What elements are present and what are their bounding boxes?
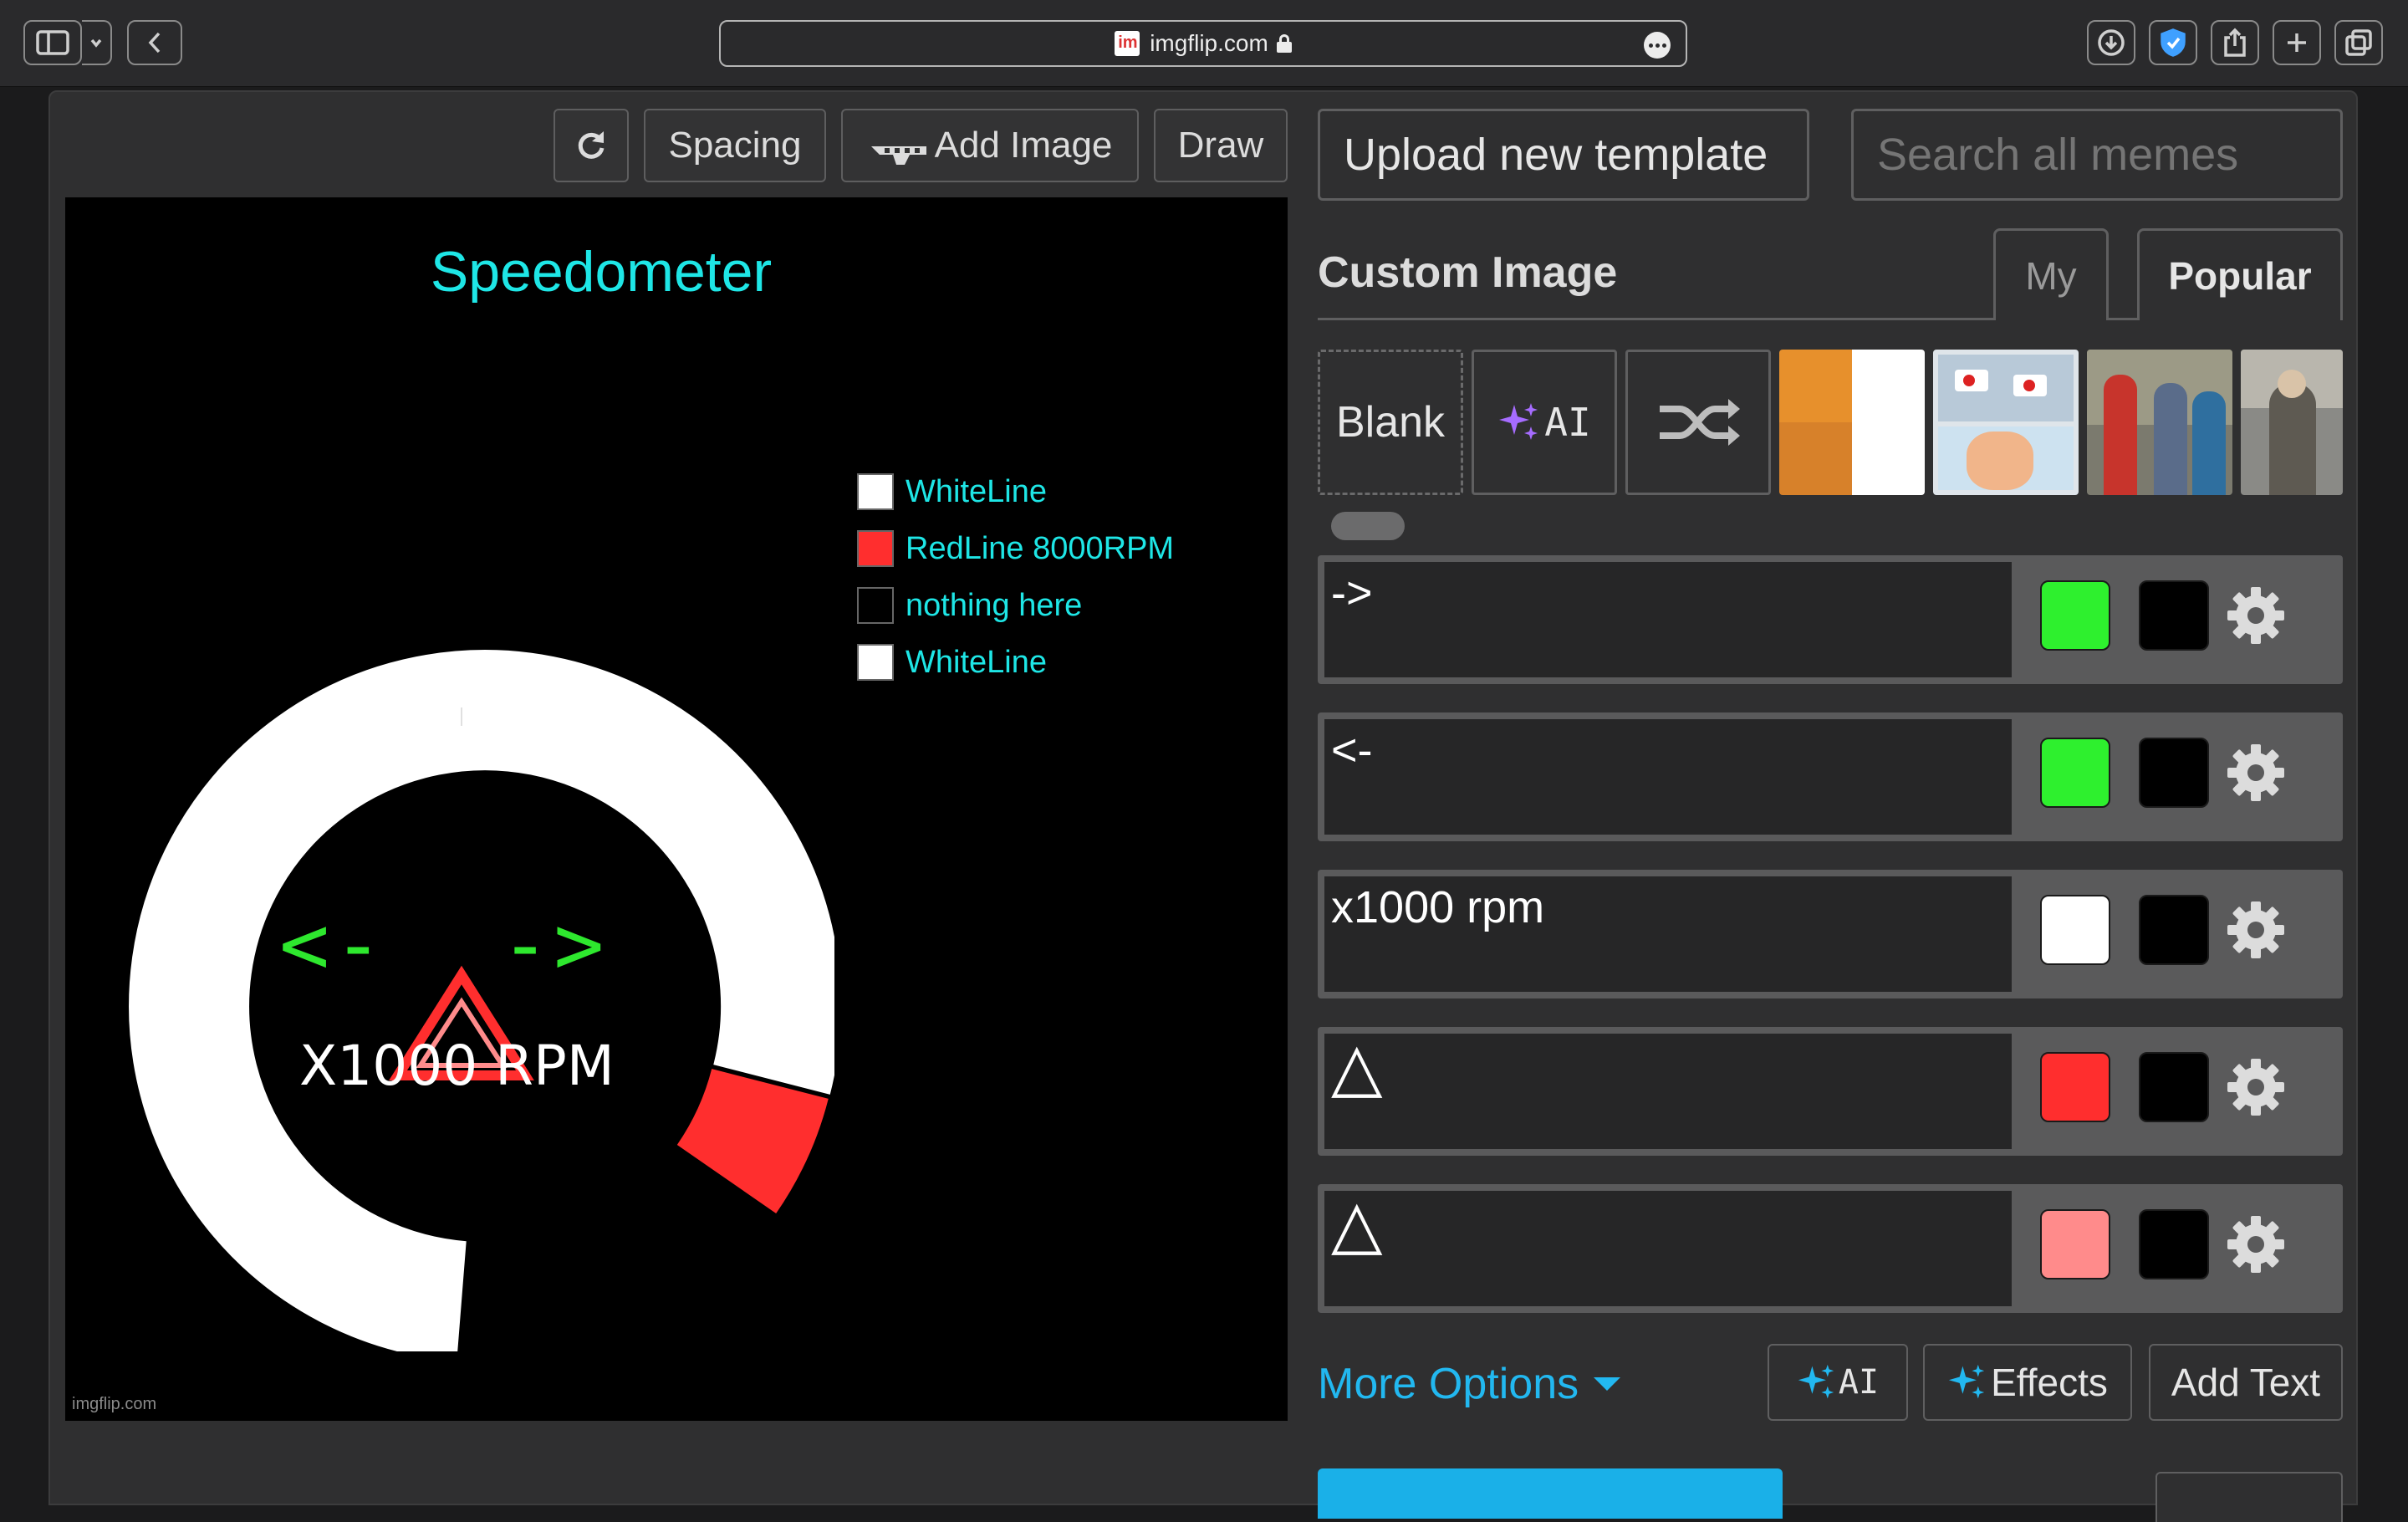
more-options-link[interactable]: More Options xyxy=(1318,1359,1622,1409)
legend-label: RedLine 8000RPM xyxy=(906,530,1175,566)
search-input[interactable] xyxy=(1851,109,2343,201)
speedometer-gauge xyxy=(129,650,834,1351)
legend-item: WhiteLine xyxy=(857,473,1047,510)
text-box-input[interactable]: △ xyxy=(1324,1034,2012,1149)
browser-toolbar: im imgflip.com xyxy=(0,0,2408,87)
ai-template-button[interactable]: AI xyxy=(1472,350,1617,495)
watermark: imgflip.com xyxy=(72,1395,157,1413)
back-icon[interactable] xyxy=(127,20,182,65)
legend-item: nothing here xyxy=(857,587,1082,624)
text-box-row: △ xyxy=(1318,1184,2343,1313)
legend-label: nothing here xyxy=(906,587,1083,623)
random-template-button[interactable] xyxy=(1625,350,1771,495)
url-text: imgflip.com xyxy=(1150,30,1268,56)
site-favicon: im xyxy=(1115,31,1140,56)
text-box-input[interactable]: △ xyxy=(1324,1191,2012,1306)
sparkle-icon xyxy=(1798,1364,1834,1399)
tab-popular[interactable]: Popular xyxy=(2137,228,2343,320)
carousel-scrollbar[interactable] xyxy=(1331,512,1405,540)
sidebar-icon[interactable] xyxy=(23,20,82,65)
gear-icon[interactable] xyxy=(2226,900,2286,960)
gauge-redline-arc xyxy=(676,1067,829,1213)
tab-my[interactable]: My xyxy=(1993,228,2109,320)
download-icon[interactable] xyxy=(2087,20,2135,65)
caret-down-icon xyxy=(1594,1377,1621,1391)
rpm-label: X1000 RPM xyxy=(299,1034,615,1098)
chevron-down-icon[interactable] xyxy=(82,20,112,65)
more-icon[interactable] xyxy=(1644,32,1671,59)
canvas-title: Speedometer xyxy=(430,240,773,304)
text-box-row: <- xyxy=(1318,712,2343,841)
text-color-swatch[interactable] xyxy=(2040,1052,2110,1122)
lock-icon xyxy=(1276,34,1292,53)
text-color-swatch[interactable] xyxy=(2040,738,2110,808)
template-thumb-bernie[interactable] xyxy=(2241,350,2343,495)
template-thumb-buttons[interactable] xyxy=(1933,350,2079,495)
text-box-input[interactable]: x1000 rpm xyxy=(1324,876,2012,992)
legend-item: WhiteLine xyxy=(857,644,1047,681)
meme-canvas[interactable]: Speedometer WhiteLine RedLine 8000RPM no… xyxy=(65,197,1288,1421)
add-image-button[interactable]: Add Image xyxy=(841,109,1139,182)
template-thumb-drake[interactable] xyxy=(1779,350,1925,495)
draw-button[interactable]: Draw xyxy=(1154,109,1288,182)
blank-template-button[interactable]: Blank xyxy=(1318,350,1463,495)
legend-swatch xyxy=(857,530,894,567)
text-box-input[interactable]: <- xyxy=(1324,719,2012,835)
sparkle-icon xyxy=(1499,403,1538,440)
text-box-input[interactable]: -> xyxy=(1324,562,2012,677)
upload-template-button[interactable]: Upload new template xyxy=(1318,109,1809,201)
outline-color-swatch[interactable] xyxy=(2139,738,2209,808)
text-color-swatch[interactable] xyxy=(2040,1209,2110,1279)
rotate-button[interactable] xyxy=(554,109,629,182)
effects-label: Effects xyxy=(1991,1361,2108,1404)
legend-swatch xyxy=(857,587,894,624)
text-box-row: x1000 rpm xyxy=(1318,870,2343,998)
gear-icon[interactable] xyxy=(2226,1057,2286,1117)
legend-item: RedLine 8000RPM xyxy=(857,530,1174,567)
panel-title: Custom Image xyxy=(1318,248,1618,297)
right-arrow-text: -> xyxy=(500,896,608,993)
sparkle-icon xyxy=(1948,1364,1985,1399)
outline-color-swatch[interactable] xyxy=(2139,1209,2209,1279)
rotate-icon xyxy=(578,131,605,159)
gear-icon[interactable] xyxy=(2226,743,2286,803)
plus-icon[interactable] xyxy=(2273,20,2321,65)
text-box-row: △ xyxy=(1318,1027,2343,1156)
gear-icon[interactable] xyxy=(2226,1214,2286,1274)
shuffle-icon xyxy=(1660,399,1740,446)
gear-icon[interactable] xyxy=(2226,585,2286,646)
generate-button[interactable] xyxy=(1318,1468,1783,1519)
add-text-button[interactable]: Add Text xyxy=(2149,1344,2343,1421)
left-arrow-text: <- xyxy=(279,896,387,993)
text-box-row: -> xyxy=(1318,555,2343,684)
reset-button[interactable] xyxy=(2155,1472,2343,1522)
ai-button[interactable]: AI xyxy=(1768,1344,1908,1421)
outline-color-swatch[interactable] xyxy=(2139,895,2209,965)
add-image-label: Add Image xyxy=(934,125,1113,166)
legend-swatch xyxy=(857,644,894,681)
address-bar[interactable]: im imgflip.com xyxy=(719,20,1687,67)
more-options-label: More Options xyxy=(1318,1360,1579,1408)
outline-color-swatch[interactable] xyxy=(2139,1052,2209,1122)
outline-color-swatch[interactable] xyxy=(2139,580,2209,651)
tabs-icon[interactable] xyxy=(2334,20,2383,65)
ai-button-label: AI xyxy=(1838,1363,1880,1402)
share-icon[interactable] xyxy=(2211,20,2259,65)
effects-button[interactable]: Effects xyxy=(1923,1344,2132,1421)
shield-icon[interactable] xyxy=(2149,20,2197,65)
image-strip-icon xyxy=(868,134,928,165)
template-thumb-distracted[interactable] xyxy=(2087,350,2232,495)
spacing-button[interactable]: Spacing xyxy=(644,109,826,182)
legend-label: WhiteLine xyxy=(906,644,1047,680)
ai-template-label: AI xyxy=(1544,400,1591,445)
legend-label: WhiteLine xyxy=(906,473,1047,509)
legend-swatch xyxy=(857,473,894,510)
text-color-swatch[interactable] xyxy=(2040,580,2110,651)
text-color-swatch[interactable] xyxy=(2040,895,2110,965)
